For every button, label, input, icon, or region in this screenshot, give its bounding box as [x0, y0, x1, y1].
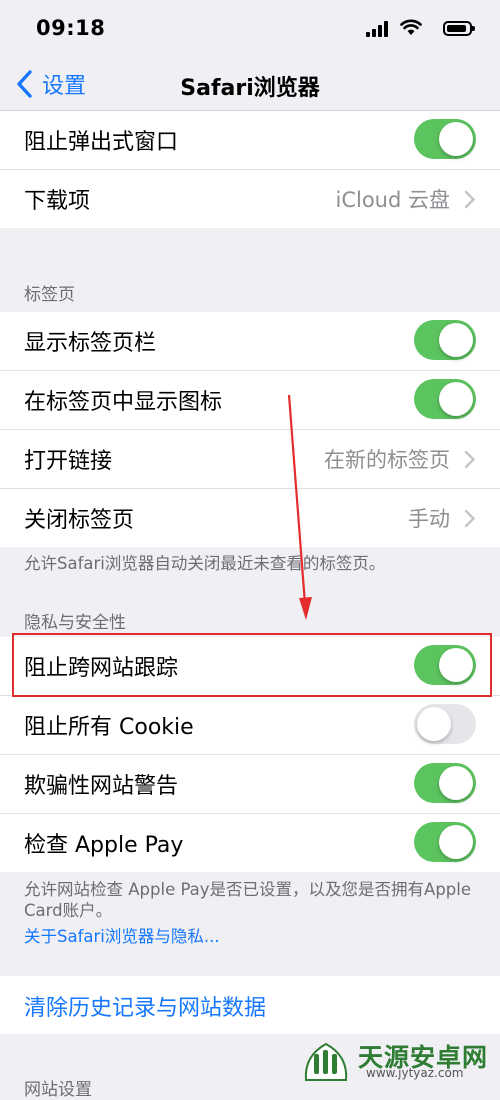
row-show-icons-in-tabs: 在标签页中显示图标 [0, 371, 500, 430]
row-label: 显示标签页栏 [24, 331, 157, 356]
android-logo-icon [304, 1042, 348, 1081]
check-apple-pay-toggle[interactable] [414, 822, 476, 862]
clear-history-row[interactable]: 清除历史记录与网站数据 [0, 976, 500, 1034]
page-title: Safari浏览器 [180, 76, 320, 101]
status-bar: 09:18 [0, 0, 500, 58]
chevron-right-icon [464, 509, 476, 528]
watermark: 天源安卓网 www.jytyaz.com [300, 1036, 500, 1083]
privacy-footer-note: 允许网站检查 Apple Pay是否已设置，以及您是否拥有Apple Card账… [24, 880, 472, 920]
row-label: 阻止所有 Cookie [24, 715, 194, 740]
row-label: 打开链接 [24, 449, 113, 474]
status-icons [332, 18, 475, 42]
section-header-privacy: 隐私与安全性 [24, 613, 126, 633]
row-value: iCloud 云盘 [335, 188, 451, 212]
row-open-links[interactable]: 打开链接 在新的标签页 [0, 430, 500, 489]
row-value: 在新的标签页 [324, 448, 450, 472]
tabs-group: 显示标签页栏 在标签页中显示图标 打开链接 在新的标签页 关闭标签页 手动 [0, 312, 500, 547]
section-header-website-settings: 网站设置 [24, 1080, 92, 1100]
row-close-tabs[interactable]: 关闭标签页 手动 [0, 489, 500, 547]
row-check-apple-pay: 检查 Apple Pay [0, 814, 500, 872]
annotation-highlight-box [12, 633, 492, 697]
chevron-right-icon [464, 450, 476, 469]
row-label: 下载项 [24, 189, 91, 214]
row-label: 在标签页中显示图标 [24, 390, 223, 415]
row-label: 阻止弹出式窗口 [24, 130, 179, 155]
block-popups-toggle[interactable] [414, 119, 476, 159]
battery-icon [443, 21, 475, 36]
row-fraudulent-website-warning: 欺骗性网站警告 [0, 755, 500, 814]
navigation-bar: 设置 Safari浏览器 [0, 58, 500, 111]
show-tab-bar-toggle[interactable] [414, 320, 476, 360]
signal-icon [366, 21, 388, 37]
chevron-right-icon [464, 190, 476, 209]
status-time: 09:18 [36, 16, 106, 40]
watermark-url: www.jytyaz.com [366, 1066, 464, 1080]
row-value: 手动 [408, 507, 450, 531]
row-label: 欺骗性网站警告 [24, 774, 179, 799]
row-block-all-cookies: 阻止所有 Cookie [0, 696, 500, 755]
show-icons-in-tabs-toggle[interactable] [414, 379, 476, 419]
clear-history-button[interactable]: 清除历史记录与网站数据 [24, 990, 266, 1022]
row-block-popups: 阻止弹出式窗口 [0, 111, 500, 170]
row-downloads[interactable]: 下载项 iCloud 云盘 [0, 170, 500, 228]
wifi-icon [400, 19, 422, 35]
row-label: 检查 Apple Pay [24, 833, 184, 858]
about-safari-privacy-link[interactable]: 关于Safari浏览器与隐私... [24, 923, 220, 947]
block-cookies-toggle[interactable] [414, 704, 476, 744]
fraud-warning-toggle[interactable] [414, 763, 476, 803]
row-show-tab-bar: 显示标签页栏 [0, 312, 500, 371]
tabs-footer-note: 允许Safari浏览器自动关闭最近未查看的标签页。 [24, 554, 386, 573]
general-group: 阻止弹出式窗口 下载项 iCloud 云盘 [0, 111, 500, 228]
section-header-tabs: 标签页 [24, 285, 75, 305]
row-label: 关闭标签页 [24, 508, 135, 533]
